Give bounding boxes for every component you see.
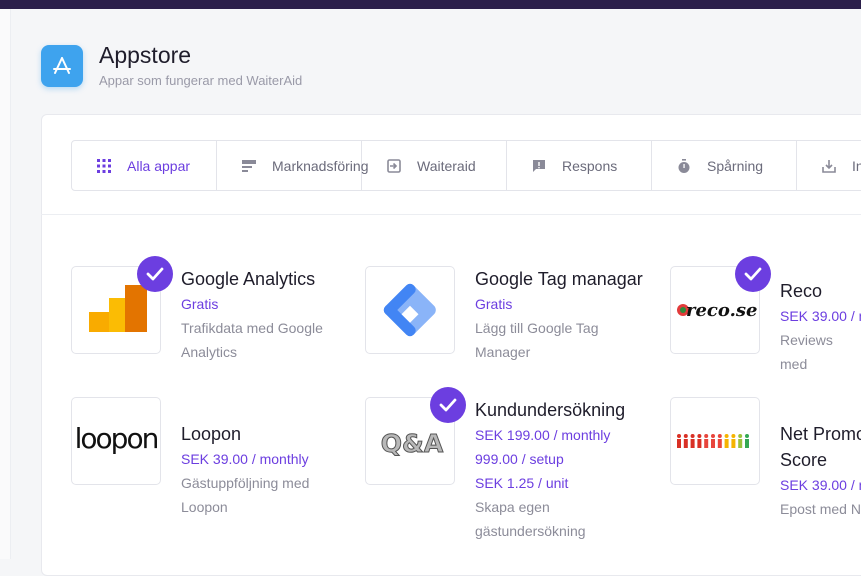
nps-figure-body: [683, 439, 688, 448]
nps-figure-head: [717, 434, 722, 438]
login-icon: [386, 158, 402, 174]
nps-figure-body: [704, 439, 709, 448]
app-name[interactable]: Net Promo Score: [780, 421, 861, 473]
app-description: Skapa egen gästundersökning: [475, 499, 586, 539]
nps-figure-head: [704, 434, 709, 438]
app-price: SEK 199.00 / monthly 999.00 / setup SEK 1.…: [475, 427, 611, 491]
tab-marknadsforing[interactable]: Marknadsföring: [217, 141, 369, 190]
nps-figure-body: [690, 439, 695, 448]
nps-figure-body: [697, 439, 702, 448]
nps-figure-body: [711, 439, 715, 448]
download-icon: [821, 158, 837, 174]
nps-figure-body: [745, 439, 749, 448]
page-subtitle: Appar som fungerar med WaiterAid: [99, 73, 303, 88]
tab-label: Waiteraid: [417, 157, 476, 174]
nps-figure-body: [717, 439, 722, 448]
installed-check-icon: [137, 256, 173, 292]
tab-ins[interactable]: Ins: [797, 141, 861, 190]
nps-figure-head: [690, 434, 695, 438]
divider: [41, 214, 861, 215]
nps-figure-body: [738, 439, 743, 448]
app-price: SEK 39.00 / m: [780, 308, 861, 324]
tab-label: Spårning: [707, 157, 764, 174]
tab-label: Ins: [852, 157, 861, 174]
app-description: Reviews med: [780, 332, 833, 372]
app-name[interactable]: Loopon: [181, 421, 241, 447]
nps-figure-head: [677, 434, 681, 438]
svg-text:loopon: loopon: [75, 424, 158, 455]
tab-label: Respons: [562, 157, 618, 174]
loopon-logo[interactable]: loopon: [71, 397, 161, 485]
stopwatch-icon: [676, 158, 692, 174]
app-price: SEK 39.00 / monthly: [181, 451, 309, 467]
nps-figure-head: [683, 434, 688, 438]
category-tabs: Alla appar Marknadsföring Waiteraid Resp…: [71, 140, 861, 191]
nps-figure-head: [745, 434, 749, 438]
appstore-icon: [41, 45, 83, 87]
app-price: Gratis: [475, 296, 513, 312]
app-description: Gästuppföljning med Loopon: [181, 475, 310, 515]
nps-figure-head: [731, 434, 736, 438]
app-name[interactable]: Kundundersökning: [475, 397, 625, 423]
nps-figure-head: [711, 434, 715, 438]
google-tag-manager-logo[interactable]: [365, 266, 455, 354]
installed-check-icon: [430, 387, 466, 423]
tab-alla-appar[interactable]: Alla appar: [72, 141, 217, 190]
sidebar-edge: [0, 9, 11, 559]
grid-icon: [96, 158, 112, 174]
tab-label: Alla appar: [127, 157, 191, 174]
list-icon: [241, 158, 257, 174]
app-price: SEK 39.00 / m: [780, 477, 861, 493]
svg-text:Q&A: Q&A: [381, 429, 444, 458]
top-bar: [0, 0, 861, 9]
nps-figure-body: [677, 439, 681, 448]
nps-figure-body: [731, 439, 736, 448]
nps-logo[interactable]: [670, 397, 760, 485]
tab-sparning[interactable]: Spårning: [652, 141, 797, 190]
tab-respons[interactable]: Respons: [507, 141, 652, 190]
app-description: Trafikdata med Google Analytics: [181, 320, 323, 360]
installed-check-icon: [735, 256, 771, 292]
svg-text:reco.se: reco.se: [686, 300, 757, 321]
app-description: Lägg till Google Tag Manager: [475, 320, 599, 360]
feedback-icon: [531, 158, 547, 174]
nps-figure-head: [738, 434, 743, 438]
nps-figure-head: [697, 434, 702, 438]
tab-waiteraid[interactable]: Waiteraid: [362, 141, 507, 190]
tab-label: Marknadsföring: [272, 157, 369, 174]
nps-figure-body: [724, 439, 729, 448]
app-name[interactable]: Google Tag managar: [475, 266, 643, 292]
app-description: Epost med N: [780, 501, 861, 517]
app-price: Gratis: [181, 296, 219, 312]
app-name[interactable]: Reco: [780, 278, 822, 304]
app-name[interactable]: Google Analytics: [181, 266, 315, 292]
nps-figure-head: [724, 434, 729, 438]
page-title: Appstore: [99, 42, 192, 68]
